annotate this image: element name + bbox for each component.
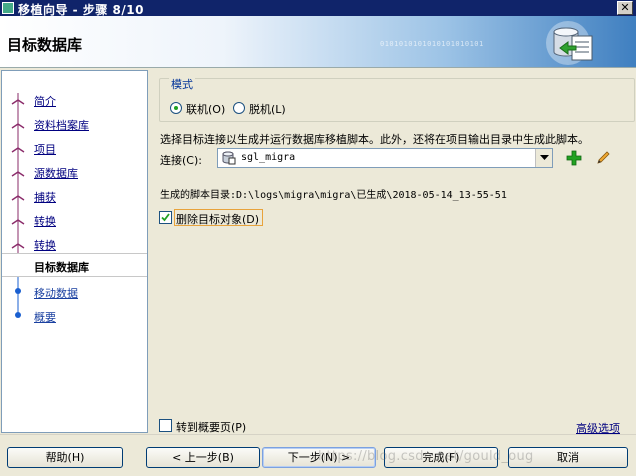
nav-step-label: 资料档案库	[34, 119, 89, 132]
footer-bar: 帮助(H) < 上一步(B) 下一步(N) > 完成(F) 取消 https:/…	[0, 434, 636, 476]
next-button[interactable]: 下一步(N) >	[262, 447, 376, 468]
nav-step-intro[interactable]: 简介	[2, 88, 147, 112]
main-content: 模式 联机(O) 脱机(L) 选择目标连接以生成并运行数据库移植脚本。此外，还将…	[150, 70, 635, 435]
connection-value: sgl_migra	[241, 152, 296, 163]
nav-step-label: 移动数据	[34, 287, 78, 300]
nav-step-capture[interactable]: 捕获	[2, 184, 147, 208]
nav-step-convert-1[interactable]: 转换	[2, 208, 147, 232]
nav-step-label: 捕获	[34, 191, 56, 204]
database-icon	[222, 151, 236, 165]
nav-step-label: 转换	[34, 239, 56, 252]
plus-icon[interactable]	[566, 150, 582, 166]
checkbox-checked-icon	[159, 211, 172, 224]
title-bar: 移植向导 - 步骤 8/10 ✕	[0, 0, 636, 17]
nav-step-source-db[interactable]: 源数据库	[2, 160, 147, 184]
nav-step-label: 源数据库	[34, 167, 78, 180]
mode-group: 模式 联机(O) 脱机(L)	[159, 76, 635, 122]
help-button[interactable]: 帮助(H)	[7, 447, 123, 468]
nav-step-label: 转换	[34, 215, 56, 228]
mode-group-title: 模式	[169, 76, 195, 92]
page-title: 目标数据库	[7, 36, 83, 54]
connection-label: 连接(C):	[160, 154, 202, 167]
header-banner: 目标数据库 0101010101010101010101	[0, 16, 636, 68]
binary-decoration: 0101010101010101010101	[380, 40, 484, 48]
radio-selected-icon	[170, 102, 182, 114]
goto-summary-label: 转到概要页(P)	[176, 421, 247, 434]
nav-step-project[interactable]: 项目	[2, 136, 147, 160]
chevron-down-icon[interactable]	[535, 149, 552, 167]
nav-step-label: 简介	[34, 95, 56, 108]
connection-select[interactable]: sgl_migra	[217, 148, 553, 168]
radio-unselected-icon	[233, 102, 245, 114]
nav-step-label: 项目	[34, 143, 56, 156]
database-graphic-icon	[546, 21, 593, 65]
nav-step-repository[interactable]: 资料档案库	[2, 112, 147, 136]
online-radio-label: 联机(O)	[186, 103, 226, 116]
description-text: 选择目标连接以生成并运行数据库移植脚本。此外，还将在项目输出目录中生成此脚本。	[160, 133, 589, 146]
nav-step-target-db[interactable]: 目标数据库	[2, 253, 147, 277]
wizard-steps-panel: 简介 资料档案库 项目 源数据库 捕获 转换 转换 目标数据库 移动数据 概要	[1, 70, 148, 433]
nav-step-label: 目标数据库	[34, 261, 89, 274]
script-directory-text: 生成的脚本目录:D:\logs\migra\migra\已生成\2018-05-…	[160, 190, 507, 201]
close-button[interactable]: ✕	[617, 1, 633, 15]
nav-step-summary[interactable]: 概要	[2, 304, 147, 328]
cancel-button[interactable]: 取消	[508, 447, 628, 468]
finish-button[interactable]: 完成(F)	[384, 447, 498, 468]
nav-step-label: 概要	[34, 311, 56, 324]
checkbox-unchecked-icon	[159, 419, 172, 432]
nav-step-move-data[interactable]: 移动数据	[2, 280, 147, 304]
drop-target-objects-label: 删除目标对象(D)	[174, 209, 264, 226]
app-icon	[2, 2, 14, 14]
back-button[interactable]: < 上一步(B)	[146, 447, 260, 468]
offline-radio-label: 脱机(L)	[249, 103, 286, 116]
pencil-icon[interactable]	[595, 150, 611, 166]
